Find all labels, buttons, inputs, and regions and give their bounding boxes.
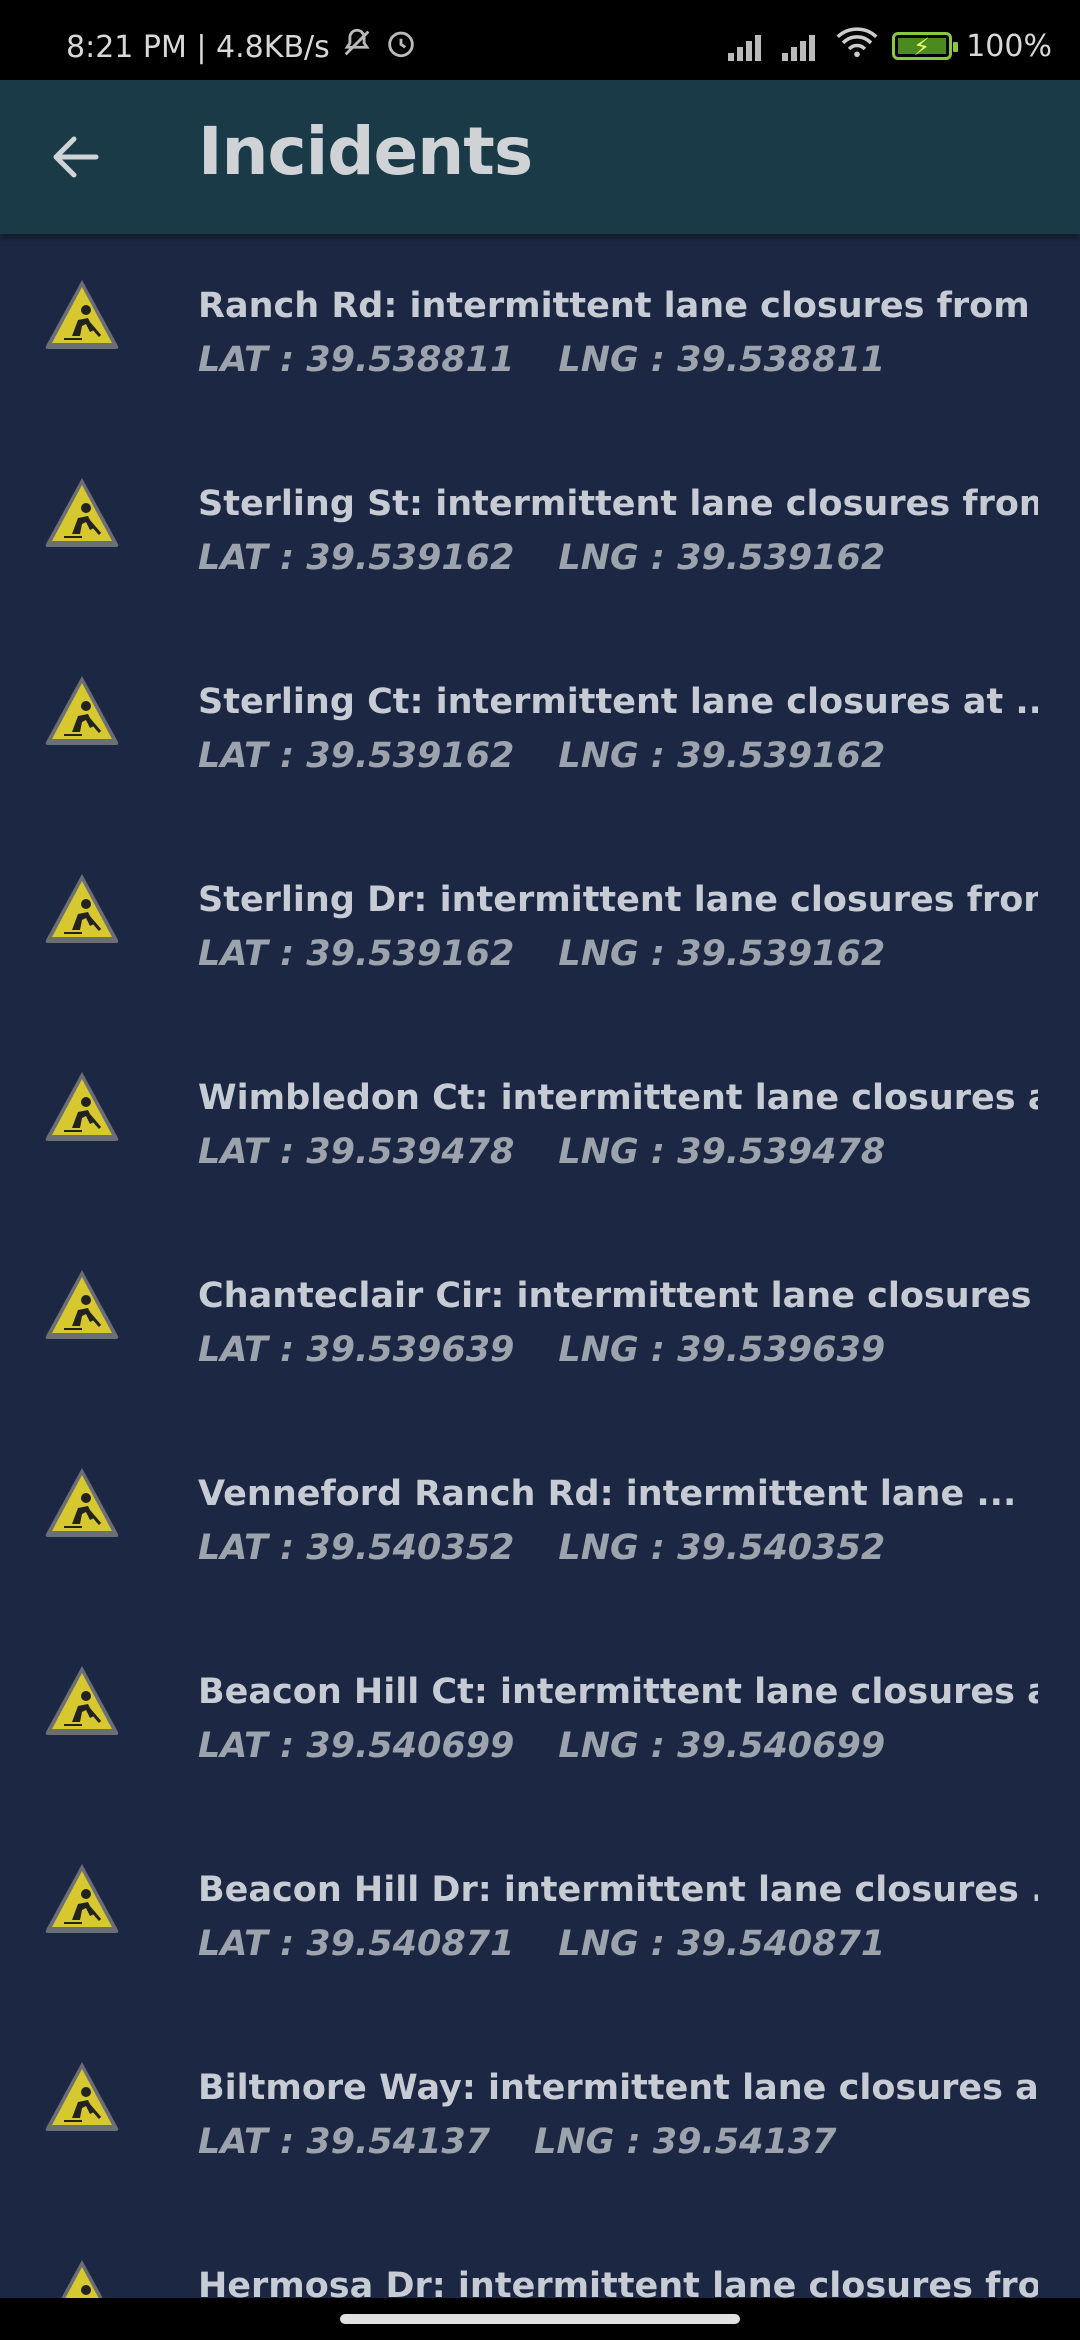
latitude-value: LAT : 39.539162: [198, 736, 515, 776]
latitude-value: LAT : 39.539639: [198, 1330, 515, 1370]
longitude-value: LNG : 39.539162: [558, 736, 886, 776]
incident-coordinates: LAT : 39.540871 LNG : 39.540871: [198, 1924, 885, 1964]
incident-title: Biltmore Way: intermittent lane closures…: [198, 2068, 1038, 2108]
list-item[interactable]: Sterling St: intermittent lane closures …: [0, 432, 1080, 630]
construction-warning-icon: [42, 1662, 122, 1738]
latitude-value: LAT : 39.540871: [198, 1924, 515, 1964]
incident-coordinates: LAT : 39.539162 LNG : 39.539162: [198, 934, 885, 974]
incident-title: Sterling Ct: intermittent lane closures …: [198, 682, 1038, 722]
incident-coordinates: LAT : 39.540699 LNG : 39.540699: [198, 1726, 885, 1766]
battery-icon: ⚡: [892, 32, 959, 61]
longitude-value: LNG : 39.539162: [558, 538, 886, 578]
list-item[interactable]: Ranch Rd: intermittent lane closures fro…: [0, 234, 1080, 432]
latitude-value: LAT : 39.540352: [198, 1528, 515, 1568]
incident-title: Wimbledon Ct: intermittent lane closures…: [198, 1078, 1038, 1118]
longitude-value: LNG : 39.539162: [558, 934, 886, 974]
signal-icon: [728, 31, 768, 61]
construction-warning-icon: [42, 1860, 122, 1936]
construction-warning-icon: [42, 1266, 122, 1342]
construction-warning-icon: [42, 474, 122, 550]
construction-warning-icon: [42, 870, 122, 946]
longitude-value: LNG : 39.540352: [558, 1528, 886, 1568]
signal-icon: [782, 31, 822, 61]
longitude-value: LNG : 39.539478: [558, 1132, 886, 1172]
construction-warning-icon: [42, 1068, 122, 1144]
incident-coordinates: LAT : 39.539478 LNG : 39.539478: [198, 1132, 885, 1172]
battery-percent: 100%: [966, 28, 1052, 64]
list-item[interactable]: Hermosa Dr: intermittent lane closures f…: [0, 2214, 1080, 2298]
app-bar: Incidents: [0, 80, 1080, 234]
latitude-value: LAT : 39.539162: [198, 538, 515, 578]
status-time: 8:21 PM | 4.8KB/s: [66, 29, 330, 65]
incident-coordinates: LAT : 39.540352 LNG : 39.540352: [198, 1528, 885, 1568]
list-item[interactable]: Biltmore Way: intermittent lane closures…: [0, 2016, 1080, 2214]
longitude-value: LNG : 39.540871: [558, 1924, 886, 1964]
list-item[interactable]: Venneford Ranch Rd: intermittent lane ..…: [0, 1422, 1080, 1620]
incident-title: Chanteclair Cir: intermittent lane closu…: [198, 1276, 1038, 1316]
latitude-value: LAT : 39.538811: [198, 340, 515, 380]
latitude-value: LAT : 39.54137: [198, 2122, 491, 2162]
longitude-value: LNG : 39.539639: [558, 1330, 886, 1370]
construction-warning-icon: [42, 1464, 122, 1540]
list-item[interactable]: Chanteclair Cir: intermittent lane closu…: [0, 1224, 1080, 1422]
incident-coordinates: LAT : 39.539162 LNG : 39.539162: [198, 538, 885, 578]
mute-icon: [340, 26, 374, 68]
construction-warning-icon: [42, 2058, 122, 2134]
list-item[interactable]: Sterling Dr: intermittent lane closures …: [0, 828, 1080, 1026]
incident-title: Beacon Hill Dr: intermittent lane closur…: [198, 1870, 1038, 1910]
alarm-icon: [384, 26, 418, 68]
construction-warning-icon: [42, 276, 122, 352]
list-item[interactable]: Sterling Ct: intermittent lane closures …: [0, 630, 1080, 828]
incident-title: Beacon Hill Ct: intermittent lane closur…: [198, 1672, 1038, 1712]
incident-title: Venneford Ranch Rd: intermittent lane ..…: [198, 1474, 1017, 1514]
home-indicator[interactable]: [340, 2314, 740, 2324]
incident-coordinates: LAT : 39.538811 LNG : 39.538811: [198, 340, 885, 380]
page-title: Incidents: [198, 113, 533, 190]
longitude-value: LNG : 39.540699: [558, 1726, 886, 1766]
status-bar: 8:21 PM | 4.8KB/s ⚡ 100%: [0, 0, 1080, 80]
longitude-value: LNG : 39.538811: [558, 340, 886, 380]
latitude-value: LAT : 39.539478: [198, 1132, 515, 1172]
list-item[interactable]: Beacon Hill Ct: intermittent lane closur…: [0, 1620, 1080, 1818]
navigation-bar: [0, 2298, 1080, 2340]
wifi-icon: [836, 26, 878, 66]
incident-list[interactable]: Ranch Rd: intermittent lane closures fro…: [0, 234, 1080, 2298]
list-item[interactable]: Wimbledon Ct: intermittent lane closures…: [0, 1026, 1080, 1224]
construction-warning-icon: [42, 672, 122, 748]
latitude-value: LAT : 39.540699: [198, 1726, 515, 1766]
longitude-value: LNG : 39.54137: [534, 2122, 837, 2162]
construction-warning-icon: [42, 2256, 122, 2298]
latitude-value: LAT : 39.539162: [198, 934, 515, 974]
incident-coordinates: LAT : 39.539162 LNG : 39.539162: [198, 736, 885, 776]
incident-title: Hermosa Dr: intermittent lane closures f…: [198, 2266, 1038, 2298]
back-button[interactable]: [46, 120, 110, 194]
incident-coordinates: LAT : 39.539639 LNG : 39.539639: [198, 1330, 885, 1370]
incident-title: Sterling St: intermittent lane closures …: [198, 484, 1038, 524]
list-item[interactable]: Beacon Hill Dr: intermittent lane closur…: [0, 1818, 1080, 2016]
incident-title: Sterling Dr: intermittent lane closures …: [198, 880, 1038, 920]
arrow-left-icon: [53, 136, 99, 178]
incident-title: Ranch Rd: intermittent lane closures fro…: [198, 286, 1038, 326]
incident-coordinates: LAT : 39.54137 LNG : 39.54137: [198, 2122, 837, 2162]
